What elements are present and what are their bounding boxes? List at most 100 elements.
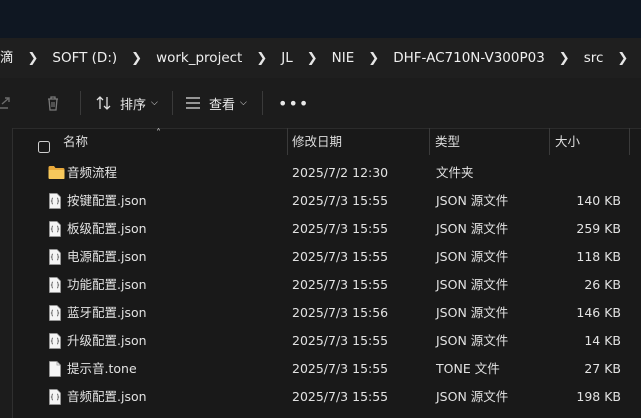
file-date: 2025/7/3 15:55 bbox=[292, 249, 389, 264]
file-size: 118 KB bbox=[576, 249, 621, 264]
chevron-right-icon[interactable]: ❯ bbox=[251, 51, 272, 66]
select-all-checkbox[interactable] bbox=[38, 135, 50, 162]
file-type: JSON 源文件 bbox=[436, 193, 509, 208]
more-icon: ••• bbox=[278, 93, 310, 113]
trash-icon bbox=[48, 96, 58, 111]
column-divider[interactable] bbox=[629, 128, 630, 155]
file-row[interactable]: 电源配置.json 2025/7/3 15:55 JSON 源文件 118 KB bbox=[13, 243, 641, 271]
chevron-right-icon[interactable]: ❯ bbox=[126, 51, 147, 66]
view-label: 查看 bbox=[209, 97, 236, 113]
file-type: 文件夹 bbox=[436, 165, 474, 180]
file-row[interactable]: 功能配置.json 2025/7/3 15:55 JSON 源文件 26 KB bbox=[13, 271, 641, 299]
share-button[interactable] bbox=[0, 78, 12, 128]
file-row[interactable]: 按键配置.json 2025/7/3 15:55 JSON 源文件 140 KB bbox=[13, 187, 641, 215]
file-list: 音频流程 2025/7/2 12:30 文件夹 按键配置.json 2025/7… bbox=[13, 159, 641, 411]
file-type: JSON 源文件 bbox=[436, 277, 509, 292]
chevron-right-icon[interactable]: ❯ bbox=[554, 51, 575, 66]
column-divider[interactable] bbox=[287, 128, 288, 155]
json-file-icon bbox=[48, 277, 62, 296]
chevron-right-icon[interactable]: ❯ bbox=[23, 51, 44, 66]
json-file-icon bbox=[48, 389, 62, 408]
chevron-down-icon: ⌵ bbox=[240, 98, 247, 108]
file-name: 音频配置.json bbox=[67, 389, 147, 404]
file-type: JSON 源文件 bbox=[436, 333, 509, 348]
file-size: 27 KB bbox=[584, 361, 621, 376]
json-file-icon bbox=[48, 249, 62, 268]
sort-button[interactable]: 排序 ⌵ bbox=[95, 78, 158, 128]
column-header-name[interactable]: 名称 bbox=[63, 128, 88, 155]
view-lines-icon bbox=[186, 97, 200, 109]
file-row[interactable]: 蓝牙配置.json 2025/7/3 15:56 JSON 源文件 146 KB bbox=[13, 299, 641, 327]
file-name: 功能配置.json bbox=[67, 277, 147, 292]
toolbar-divider bbox=[80, 91, 81, 115]
file-name: 升级配置.json bbox=[67, 333, 147, 348]
window-title-bar bbox=[0, 0, 641, 38]
file-type: JSON 源文件 bbox=[436, 249, 509, 264]
file-type: JSON 源文件 bbox=[436, 389, 509, 404]
file-date: 2025/7/3 15:55 bbox=[292, 193, 389, 208]
breadcrumb-item-src[interactable]: src bbox=[575, 38, 613, 78]
column-header-date[interactable]: 修改日期 bbox=[292, 128, 342, 155]
column-header-type[interactable]: 类型 bbox=[435, 128, 460, 155]
toolbar-divider bbox=[262, 91, 263, 115]
sort-label: 排序 bbox=[120, 97, 147, 113]
sort-icon bbox=[96, 96, 111, 110]
file-size bbox=[546, 159, 621, 187]
delete-button[interactable] bbox=[44, 78, 62, 128]
file-date: 2025/7/3 15:55 bbox=[292, 389, 389, 404]
toolbar-divider bbox=[172, 91, 173, 115]
breadcrumb-item-work-project[interactable]: work_project bbox=[147, 38, 251, 78]
file-date: 2025/7/3 15:55 bbox=[292, 361, 389, 376]
file-row[interactable]: 升级配置.json 2025/7/3 15:55 JSON 源文件 14 KB bbox=[13, 327, 641, 355]
navigation-pane[interactable] bbox=[0, 128, 13, 418]
file-type: JSON 源文件 bbox=[436, 221, 509, 236]
view-button[interactable]: 查看 ⌵ bbox=[185, 78, 247, 128]
checkbox-icon bbox=[38, 141, 50, 153]
more-options-button[interactable]: ••• bbox=[278, 78, 309, 128]
file-row[interactable]: 提示音.tone 2025/7/3 15:55 TONE 文件 27 KB bbox=[13, 355, 641, 383]
column-divider[interactable] bbox=[549, 128, 550, 155]
chevron-right-icon[interactable]: ❯ bbox=[302, 51, 323, 66]
file-date: 2025/7/3 15:55 bbox=[292, 221, 389, 236]
file-size: 140 KB bbox=[576, 193, 621, 208]
share-icon bbox=[0, 97, 10, 109]
file-row[interactable]: 板级配置.json 2025/7/3 15:55 JSON 源文件 259 KB bbox=[13, 215, 641, 243]
folder-icon bbox=[48, 165, 65, 183]
file-type: TONE 文件 bbox=[436, 361, 500, 376]
file-size: 198 KB bbox=[576, 389, 621, 404]
column-divider[interactable] bbox=[429, 128, 430, 155]
json-file-icon bbox=[48, 305, 62, 324]
file-size: 26 KB bbox=[584, 277, 621, 292]
breadcrumb-item-dhf[interactable]: DHF-AC710N-V300P03 bbox=[384, 38, 554, 78]
file-name: 按键配置.json bbox=[67, 193, 147, 208]
sort-ascending-icon: ˄ bbox=[156, 128, 161, 139]
file-size: 14 KB bbox=[584, 333, 621, 348]
file-name: 提示音.tone bbox=[67, 361, 137, 376]
json-file-icon bbox=[48, 193, 62, 212]
breadcrumb-item-drive[interactable]: SOFT (D:) bbox=[43, 38, 126, 78]
file-icon bbox=[48, 361, 62, 380]
column-header-size[interactable]: 大小 bbox=[555, 128, 580, 155]
file-date: 2025/7/2 12:30 bbox=[292, 165, 389, 180]
json-file-icon bbox=[48, 221, 62, 240]
file-name: 蓝牙配置.json bbox=[67, 305, 147, 320]
file-size: 146 KB bbox=[576, 305, 621, 320]
breadcrumb-item-nie[interactable]: NIE bbox=[323, 38, 364, 78]
chevron-right-icon[interactable]: ❯ bbox=[363, 51, 384, 66]
command-bar: 排序 ⌵ 查看 ⌵ ••• bbox=[0, 78, 641, 129]
file-date: 2025/7/3 15:55 bbox=[292, 333, 389, 348]
file-row[interactable]: 音频配置.json 2025/7/3 15:55 JSON 源文件 198 KB bbox=[13, 383, 641, 411]
file-type: JSON 源文件 bbox=[436, 305, 509, 320]
file-date: 2025/7/3 15:55 bbox=[292, 277, 389, 292]
file-date: 2025/7/3 15:56 bbox=[292, 305, 389, 320]
chevron-right-icon[interactable]: ❯ bbox=[612, 51, 633, 66]
file-size: 259 KB bbox=[576, 221, 621, 236]
file-name: 音频流程 bbox=[67, 165, 118, 180]
file-name: 板级配置.json bbox=[67, 221, 147, 236]
address-bar[interactable]: 滴 ❯ SOFT (D:) ❯ work_project ❯ JL ❯ NIE … bbox=[0, 38, 641, 78]
column-header: ˄ 名称 修改日期 类型 大小 bbox=[13, 128, 641, 155]
breadcrumb: 滴 ❯ SOFT (D:) ❯ work_project ❯ JL ❯ NIE … bbox=[0, 38, 633, 78]
file-row[interactable]: 音频流程 2025/7/2 12:30 文件夹 bbox=[13, 159, 641, 187]
breadcrumb-item-jl[interactable]: JL bbox=[272, 38, 302, 78]
breadcrumb-partial-item[interactable]: 滴 bbox=[0, 38, 23, 78]
